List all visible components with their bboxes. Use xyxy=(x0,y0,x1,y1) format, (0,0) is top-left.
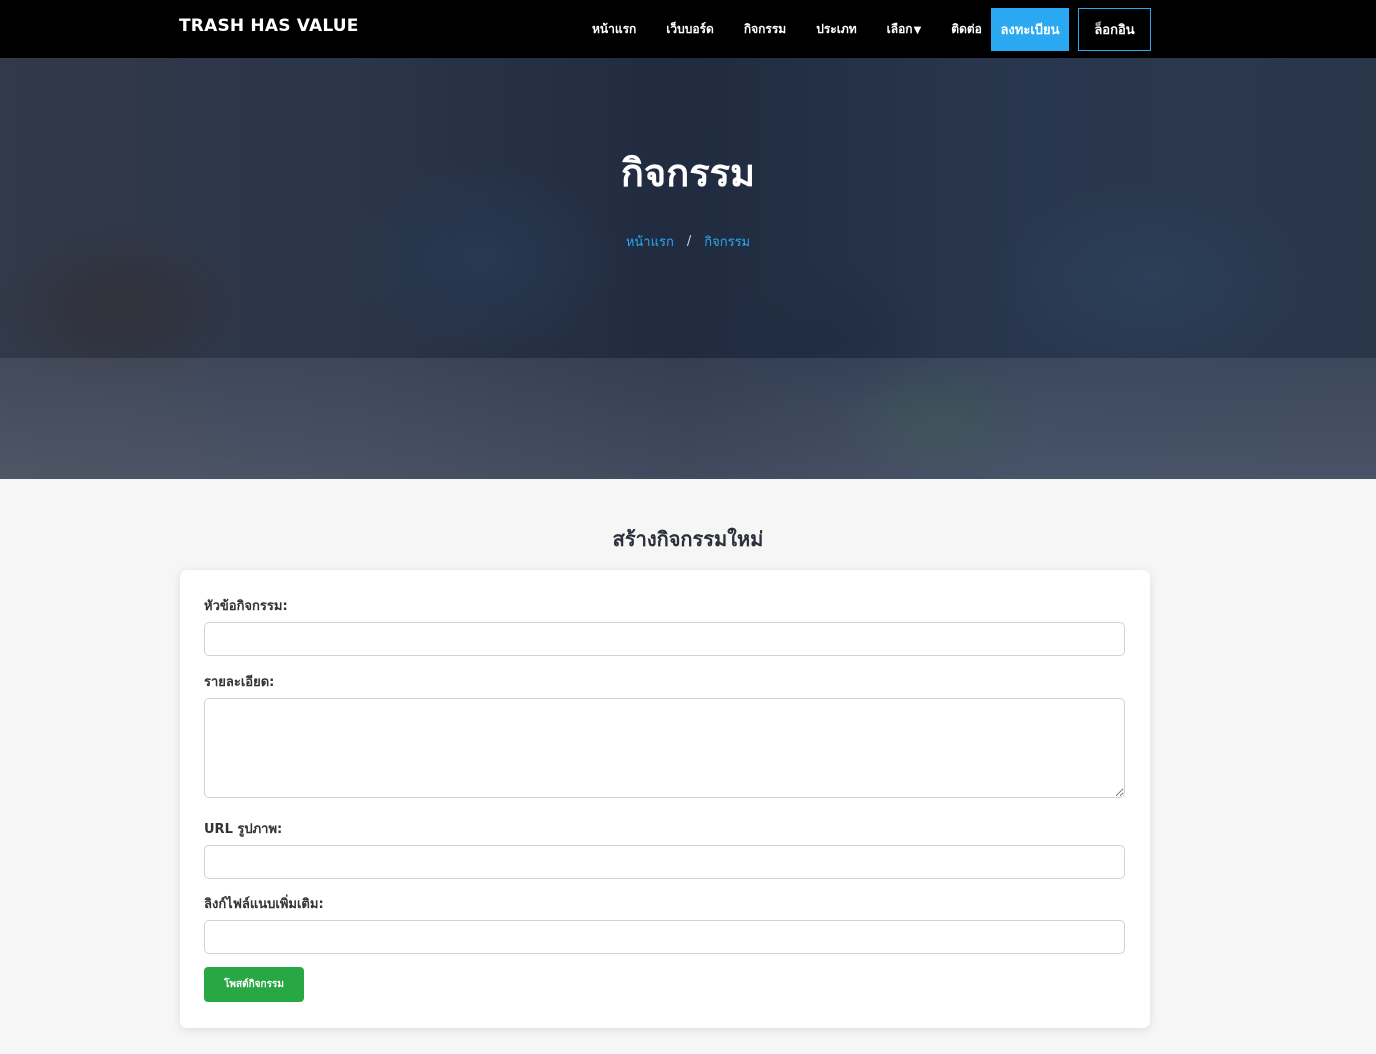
brand-logo-text[interactable]: TRASH HAS VALUE xyxy=(179,16,359,36)
activity-detail-textarea[interactable] xyxy=(204,698,1125,798)
breadcrumb-current[interactable]: กิจกรรม xyxy=(704,231,750,252)
image-url-input[interactable] xyxy=(204,845,1125,879)
nav-link-activities[interactable]: กิจกรรม xyxy=(744,20,786,39)
page-title: กิจกรรม xyxy=(620,151,756,195)
caret-down-icon: ▼ xyxy=(913,24,922,36)
attachment-link-input[interactable] xyxy=(204,920,1125,954)
login-button[interactable]: ล็อกอิน xyxy=(1078,8,1151,51)
create-activity-form: หัวข้อกิจกรรม: รายละเอียด: URL รูปภาพ: ล… xyxy=(180,570,1150,1028)
activity-title-label: หัวข้อกิจกรรม: xyxy=(204,599,288,614)
hero-banner: กิจกรรม หน้าแรก / กิจกรรม xyxy=(0,58,1376,479)
nav-dropdown-select[interactable]: เลือก▼ xyxy=(887,20,922,39)
nav-link-categories[interactable]: ประเภท xyxy=(816,20,856,39)
form-heading: สร้างกิจกรรมใหม่ xyxy=(612,527,764,551)
activity-detail-label: รายละเอียด: xyxy=(204,675,275,690)
breadcrumb-home-link[interactable]: หน้าแรก xyxy=(626,231,674,252)
breadcrumb-separator: / xyxy=(686,234,692,249)
register-button[interactable]: ลงทะเบียน xyxy=(991,8,1069,51)
breadcrumb: หน้าแรก / กิจกรรม xyxy=(0,231,1376,252)
nav-link-contact[interactable]: ติดต่อ xyxy=(951,20,982,39)
nav-dropdown-label: เลือก xyxy=(886,21,913,36)
nav-links: หน้าแรก เว็บบอร์ด กิจกรรม ประเภท เลือก▼ … xyxy=(592,0,982,58)
hero-background-photo xyxy=(0,358,1376,479)
top-navbar: TRASH HAS VALUE หน้าแรก เว็บบอร์ด กิจกรร… xyxy=(0,0,1376,58)
post-activity-button[interactable]: โพสต์กิจกรรม xyxy=(204,967,304,1002)
activity-title-input[interactable] xyxy=(204,622,1125,656)
image-url-label: URL รูปภาพ: xyxy=(204,822,283,837)
nav-link-home[interactable]: หน้าแรก xyxy=(592,20,636,39)
attachment-link-label: ลิงก์ไฟล์แนบเพิ่มเติม: xyxy=(204,897,324,912)
nav-link-webboard[interactable]: เว็บบอร์ด xyxy=(666,20,714,39)
